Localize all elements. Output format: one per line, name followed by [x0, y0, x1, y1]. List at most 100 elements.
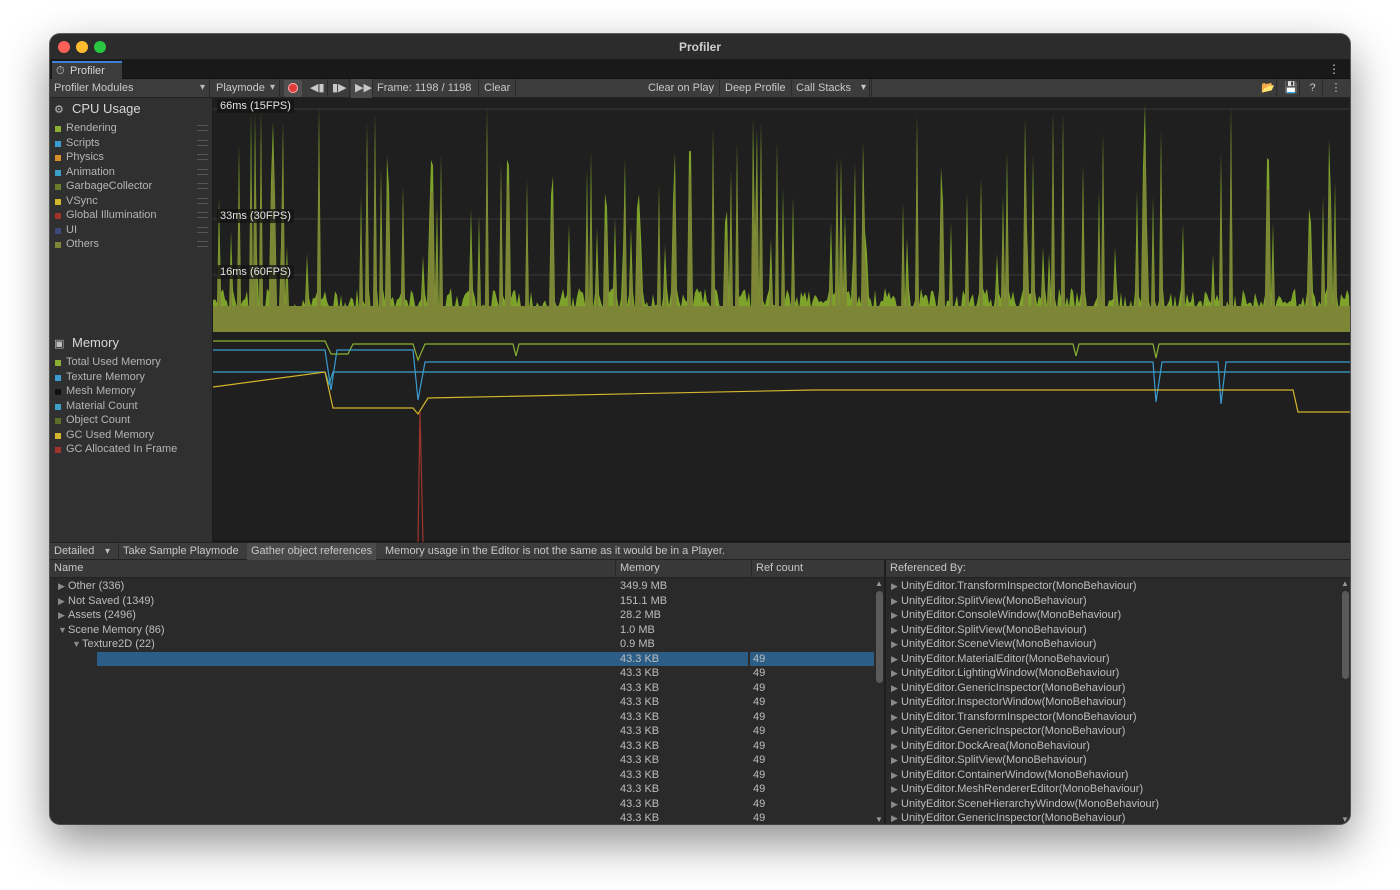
list-item[interactable]: ▶ UnityEditor.SplitView(MonoBehaviour) [886, 753, 1340, 768]
load-icon[interactable]: 📂 [1257, 79, 1277, 98]
collapsed-triangle-icon[interactable]: ▶ [58, 608, 68, 623]
tree-scroll-thumb[interactable] [876, 591, 883, 683]
collapsed-triangle-icon[interactable]: ▶ [891, 681, 901, 696]
list-item[interactable]: ▶ UnityEditor.DockArea(MonoBehaviour) [886, 739, 1340, 754]
collapsed-triangle-icon[interactable]: ▶ [891, 724, 901, 739]
collapsed-triangle-icon[interactable]: ▶ [891, 797, 901, 812]
cpu-legend-item[interactable]: Global Illumination [54, 208, 210, 223]
clear-on-play-toggle[interactable]: Clear on Play [644, 79, 720, 98]
list-item[interactable]: ▶ UnityEditor.TransformInspector(MonoBeha… [886, 579, 1340, 594]
memory-legend-item[interactable]: Object Count [54, 413, 210, 428]
table-row[interactable]: ▶ Other (336) 349.9 MB [50, 579, 874, 594]
call-stacks-dropdown-arrow[interactable]: ▾ [856, 79, 872, 98]
drag-handle-icon[interactable] [197, 139, 208, 146]
collapsed-triangle-icon[interactable]: ▶ [58, 594, 68, 609]
next-frame-button[interactable]: ▮▶ [328, 79, 350, 98]
record-button[interactable] [284, 80, 302, 97]
window-menu-icon[interactable]: ⋮ [1328, 62, 1340, 76]
table-row[interactable]: 43.3 KB 49 [50, 724, 874, 739]
name-column-header[interactable]: Name [50, 560, 616, 577]
toolbar-menu-icon[interactable]: ⋮ [1326, 79, 1346, 98]
table-row[interactable]: 43.3 KB 49 [50, 651, 874, 666]
list-item[interactable]: ▶ UnityEditor.MeshRendererEditor(MonoBeha… [886, 782, 1340, 797]
list-item[interactable]: ▶ UnityEditor.GenericInspector(MonoBehavi… [886, 681, 1340, 696]
deep-profile-toggle[interactable]: Deep Profile [721, 79, 792, 98]
help-icon[interactable]: ? [1303, 79, 1323, 98]
table-row[interactable]: 43.3 KB 49 [50, 681, 874, 696]
save-icon[interactable]: 💾 [1280, 79, 1300, 98]
collapsed-triangle-icon[interactable]: ▶ [891, 637, 901, 652]
table-row[interactable]: 43.3 KB 49 [50, 811, 874, 824]
memory-column-header[interactable]: Memory [616, 560, 752, 577]
list-item[interactable]: ▶ UnityEditor.GenericInspector(MonoBehavi… [886, 811, 1340, 824]
list-item[interactable]: ▶ UnityEditor.ContainerWindow(MonoBehavio… [886, 768, 1340, 783]
collapsed-triangle-icon[interactable]: ▶ [891, 753, 901, 768]
take-sample-button[interactable]: Take Sample Playmode [118, 543, 243, 560]
collapsed-triangle-icon[interactable]: ▶ [891, 608, 901, 623]
drag-handle-icon[interactable] [197, 212, 208, 218]
table-row[interactable]: 43.3 KB 49 [50, 666, 874, 681]
table-row[interactable]: 43.3 KB 49 [50, 739, 874, 754]
memory-chart[interactable] [213, 332, 1350, 542]
list-item[interactable]: ▶ UnityEditor.InspectorWindow(MonoBehavio… [886, 695, 1340, 710]
drag-handle-icon[interactable] [197, 226, 208, 233]
drag-handle-icon[interactable] [197, 183, 208, 189]
collapsed-triangle-icon[interactable]: ▶ [891, 739, 901, 754]
memory-legend-item[interactable]: GC Allocated In Frame [54, 442, 210, 457]
collapsed-triangle-icon[interactable]: ▶ [891, 695, 901, 710]
memory-tree-view[interactable]: ▶ Other (336) 349.9 MB ▶ Not Saved (1349) 151… [50, 579, 874, 824]
list-item[interactable]: ▶ UnityEditor.SceneView(MonoBehaviour) [886, 637, 1340, 652]
cpu-legend-item[interactable]: Scripts [54, 136, 210, 151]
scroll-down-icon[interactable]: ▼ [875, 815, 883, 824]
collapsed-triangle-icon[interactable]: ▶ [891, 666, 901, 681]
collapsed-triangle-icon[interactable]: ▶ [891, 768, 901, 783]
list-item[interactable]: ▶ UnityEditor.GenericInspector(MonoBehavi… [886, 724, 1340, 739]
drag-handle-icon[interactable] [197, 241, 208, 247]
profiler-modules-dropdown[interactable]: Profiler Modules [50, 79, 210, 98]
scroll-up-icon[interactable]: ▲ [875, 579, 883, 588]
collapsed-triangle-icon[interactable]: ▶ [891, 623, 901, 638]
first-frame-button[interactable]: ◀▮ [306, 79, 328, 98]
table-row[interactable]: ▼Texture2D (22) 0.9 MB [50, 637, 874, 652]
list-item[interactable]: ▶ UnityEditor.MaterialEditor(MonoBehaviou… [886, 652, 1340, 667]
gather-object-references-toggle[interactable]: Gather object references [247, 543, 377, 560]
tab-profiler[interactable]: ⏱ Profiler [52, 61, 122, 79]
table-row[interactable]: ▶ Assets (2496) 28.2 MB [50, 608, 874, 623]
current-frame-button[interactable]: ▶▶ [351, 79, 373, 98]
drag-handle-icon[interactable] [197, 168, 208, 175]
scroll-down-icon[interactable]: ▼ [1341, 815, 1349, 824]
memory-legend-item[interactable]: GC Used Memory [54, 428, 210, 443]
memory-module-pane[interactable]: ▣ Memory Total Used Memory Texture Memory M… [50, 332, 213, 542]
collapsed-triangle-icon[interactable]: ▶ [891, 782, 901, 797]
list-item[interactable]: ▶ UnityEditor.ConsoleWindow(MonoBehaviour… [886, 608, 1340, 623]
cpu-legend-item[interactable]: VSync [54, 194, 210, 209]
references-scrollbar[interactable]: ▲ ▼ [1340, 579, 1350, 824]
cpu-module-pane[interactable]: ⚙ CPU Usage Rendering Scripts Physics Animat… [50, 98, 213, 332]
table-row[interactable]: 43.3 KB 49 [50, 768, 874, 783]
tree-scrollbar[interactable]: ▲ ▼ [874, 579, 884, 824]
view-mode-dropdown[interactable]: Detailed [50, 543, 114, 560]
table-row[interactable]: 43.3 KB 49 [50, 753, 874, 768]
cpu-legend-item[interactable]: GarbageCollector [54, 179, 210, 194]
scroll-up-icon[interactable]: ▲ [1341, 579, 1349, 588]
table-row[interactable]: ▼Scene Memory (86) 1.0 MB [50, 623, 874, 638]
refcount-column-header[interactable]: Ref count [752, 560, 884, 577]
table-row[interactable]: 43.3 KB 49 [50, 710, 874, 725]
expanded-triangle-icon[interactable]: ▼ [72, 637, 82, 652]
collapsed-triangle-icon[interactable]: ▶ [891, 652, 901, 667]
list-item[interactable]: ▶ UnityEditor.SceneHierarchyWindow(MonoBe… [886, 797, 1340, 812]
referenced-by-list[interactable]: ▶ UnityEditor.TransformInspector(MonoBeha… [886, 579, 1340, 824]
list-item[interactable]: ▶ UnityEditor.TransformInspector(MonoBeha… [886, 710, 1340, 725]
memory-legend-item[interactable]: Texture Memory [54, 370, 210, 385]
clear-button[interactable]: Clear [480, 79, 516, 98]
cpu-legend-item[interactable]: Others [54, 237, 210, 252]
collapsed-triangle-icon[interactable]: ▶ [891, 710, 901, 725]
table-row[interactable]: 43.3 KB 49 [50, 782, 874, 797]
list-item[interactable]: ▶ UnityEditor.LightingWindow(MonoBehaviou… [886, 666, 1340, 681]
expanded-triangle-icon[interactable]: ▼ [58, 623, 68, 638]
cpu-legend-item[interactable]: Animation [54, 165, 210, 180]
collapsed-triangle-icon[interactable]: ▶ [891, 579, 901, 594]
playmode-target-dropdown[interactable]: Playmode [212, 79, 280, 98]
table-row[interactable]: ▶ Not Saved (1349) 151.1 MB [50, 594, 874, 609]
collapsed-triangle-icon[interactable]: ▶ [58, 579, 68, 594]
